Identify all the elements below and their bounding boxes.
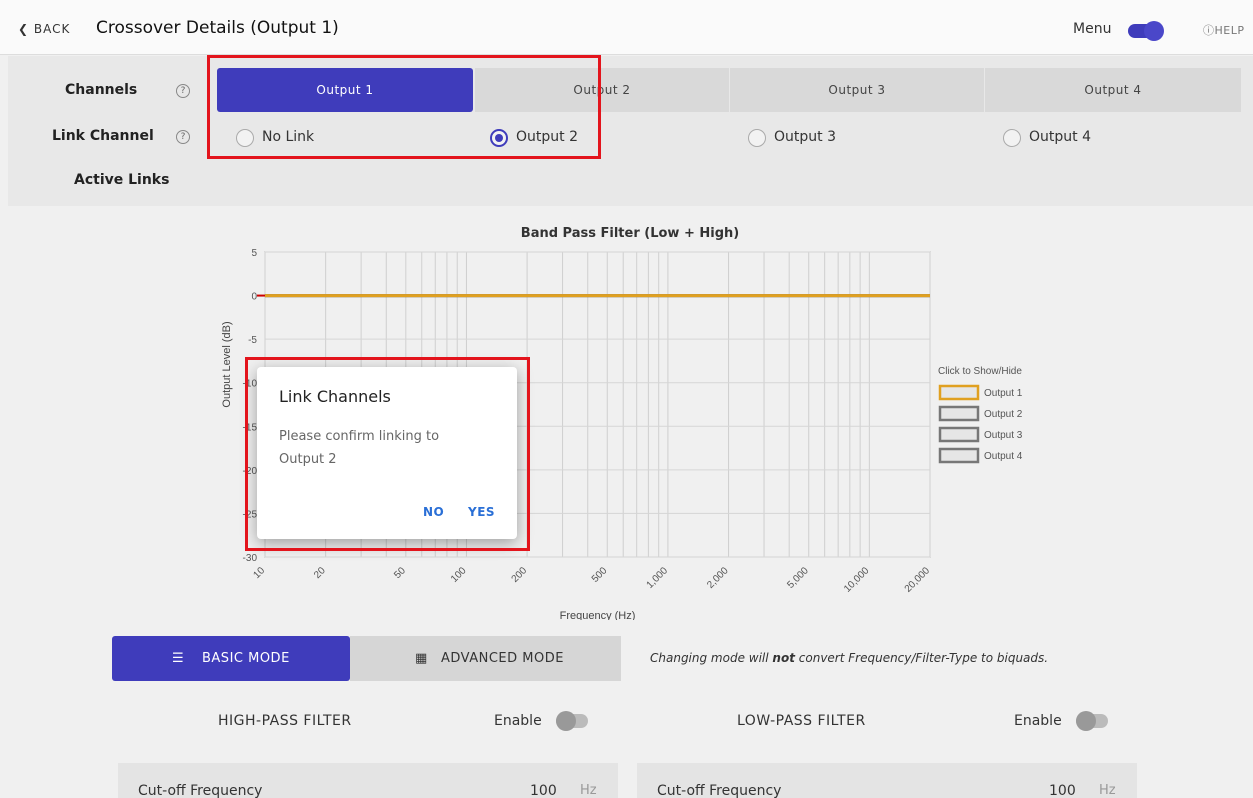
mode-note-text: convert Frequency/Filter-Type to biquads… — [794, 651, 1049, 665]
advanced-mode-button[interactable]: ▦ ADVANCED MODE — [350, 636, 621, 681]
y-axis-label: Output Level (dB) — [221, 321, 233, 407]
sliders-icon: ☰ — [172, 651, 185, 666]
low-pass-enable-label: Enable — [1014, 713, 1062, 729]
high-pass-cutoff-row: Cut-off Frequency 100 Hz — [118, 763, 618, 798]
x-tick-label: 50 — [392, 565, 408, 581]
x-tick-label: 20 — [312, 565, 328, 581]
x-tick-label: 1,000 — [645, 565, 671, 591]
high-pass-enable-toggle[interactable] — [556, 711, 588, 731]
help-label: HELP — [1214, 24, 1245, 37]
chevron-left-icon: ❮ — [18, 22, 30, 36]
y-tick-label: 0 — [251, 292, 257, 303]
page-title: Crossover Details (Output 1) — [96, 18, 339, 38]
x-tick-label: 100 — [449, 565, 469, 585]
back-button[interactable]: ❮ BACK — [18, 22, 70, 36]
low-pass-cutoff-row: Cut-off Frequency 100 Hz — [637, 763, 1137, 798]
highlight-box — [245, 357, 530, 551]
help-button[interactable]: ⓘHELP — [1203, 22, 1244, 38]
x-tick-label: 20,000 — [903, 565, 933, 595]
x-tick-label: 5,000 — [785, 565, 811, 591]
high-pass-title: HIGH-PASS FILTER — [218, 713, 352, 729]
x-tick-label: 200 — [510, 565, 530, 585]
cutoff-value-input[interactable]: 100 — [1049, 783, 1076, 798]
cutoff-unit: Hz — [1099, 783, 1116, 798]
radio-label: Output 3 — [774, 129, 836, 145]
legend-title: Click to Show/Hide — [938, 366, 1022, 377]
highlight-box — [207, 55, 601, 159]
cutoff-label: Cut-off Frequency — [657, 783, 782, 798]
help-icon[interactable]: ? — [176, 84, 190, 98]
x-tick-label: 500 — [590, 565, 610, 585]
basic-mode-button[interactable]: ☰ BASIC MODE — [112, 636, 350, 681]
radio-button[interactable] — [1003, 129, 1021, 147]
x-tick-label: 2,000 — [705, 565, 731, 591]
calculator-icon: ▦ — [415, 651, 428, 666]
menu-label: Menu — [1073, 21, 1112, 37]
tab-output-4[interactable]: Output 4 — [985, 68, 1241, 112]
tab-output-3[interactable]: Output 3 — [730, 68, 984, 112]
toggle-knob — [1144, 21, 1164, 41]
mode-note-emphasis: not — [772, 651, 795, 665]
legend-swatch[interactable] — [938, 426, 980, 443]
cutoff-value-input[interactable]: 100 — [530, 783, 557, 798]
low-pass-enable-toggle[interactable] — [1076, 711, 1108, 731]
low-pass-title: LOW-PASS FILTER — [737, 713, 866, 729]
legend-swatch[interactable] — [938, 384, 980, 401]
cutoff-unit: Hz — [580, 783, 597, 798]
help-icon[interactable]: ? — [176, 130, 190, 144]
menu-toggle[interactable] — [1128, 21, 1164, 41]
help-icon: ⓘ — [1203, 24, 1215, 37]
y-tick-label: -5 — [248, 335, 257, 346]
cutoff-label: Cut-off Frequency — [138, 783, 263, 798]
x-axis-label: Frequency (Hz) — [560, 610, 636, 620]
high-pass-enable-label: Enable — [494, 713, 542, 729]
legend-swatch[interactable] — [938, 447, 980, 464]
active-links-label: Active Links — [74, 172, 170, 188]
x-tick-label: 10 — [251, 565, 267, 581]
channels-section: Channels ? Output 1 Output 2 Output 3 Ou… — [8, 56, 1253, 206]
radio-label: Output 4 — [1029, 129, 1091, 145]
legend-swatch[interactable] — [938, 405, 980, 422]
legend-label[interactable]: Output 2 — [984, 409, 1023, 420]
legend-label[interactable]: Output 3 — [984, 430, 1023, 441]
mode-note: Changing mode will not convert Frequency… — [650, 651, 1048, 665]
top-bar: ❮ BACK Crossover Details (Output 1) Menu… — [0, 0, 1253, 55]
y-tick-label: -30 — [243, 553, 258, 564]
channels-label: Channels — [65, 82, 138, 98]
radio-button[interactable] — [748, 129, 766, 147]
link-channel-label: Link Channel — [52, 128, 154, 144]
chart-title: Band Pass Filter (Low + High) — [520, 226, 740, 241]
back-label: BACK — [33, 22, 71, 36]
y-tick-label: 5 — [251, 248, 257, 259]
toggle-knob — [1076, 711, 1096, 731]
x-tick-label: 10,000 — [842, 565, 872, 595]
legend-label[interactable]: Output 4 — [984, 451, 1023, 462]
advanced-mode-label: ADVANCED MODE — [441, 651, 564, 666]
toggle-knob — [556, 711, 576, 731]
legend-label[interactable]: Output 1 — [984, 388, 1023, 399]
mode-note-text: Changing mode will — [650, 651, 773, 665]
basic-mode-label: BASIC MODE — [202, 651, 290, 666]
